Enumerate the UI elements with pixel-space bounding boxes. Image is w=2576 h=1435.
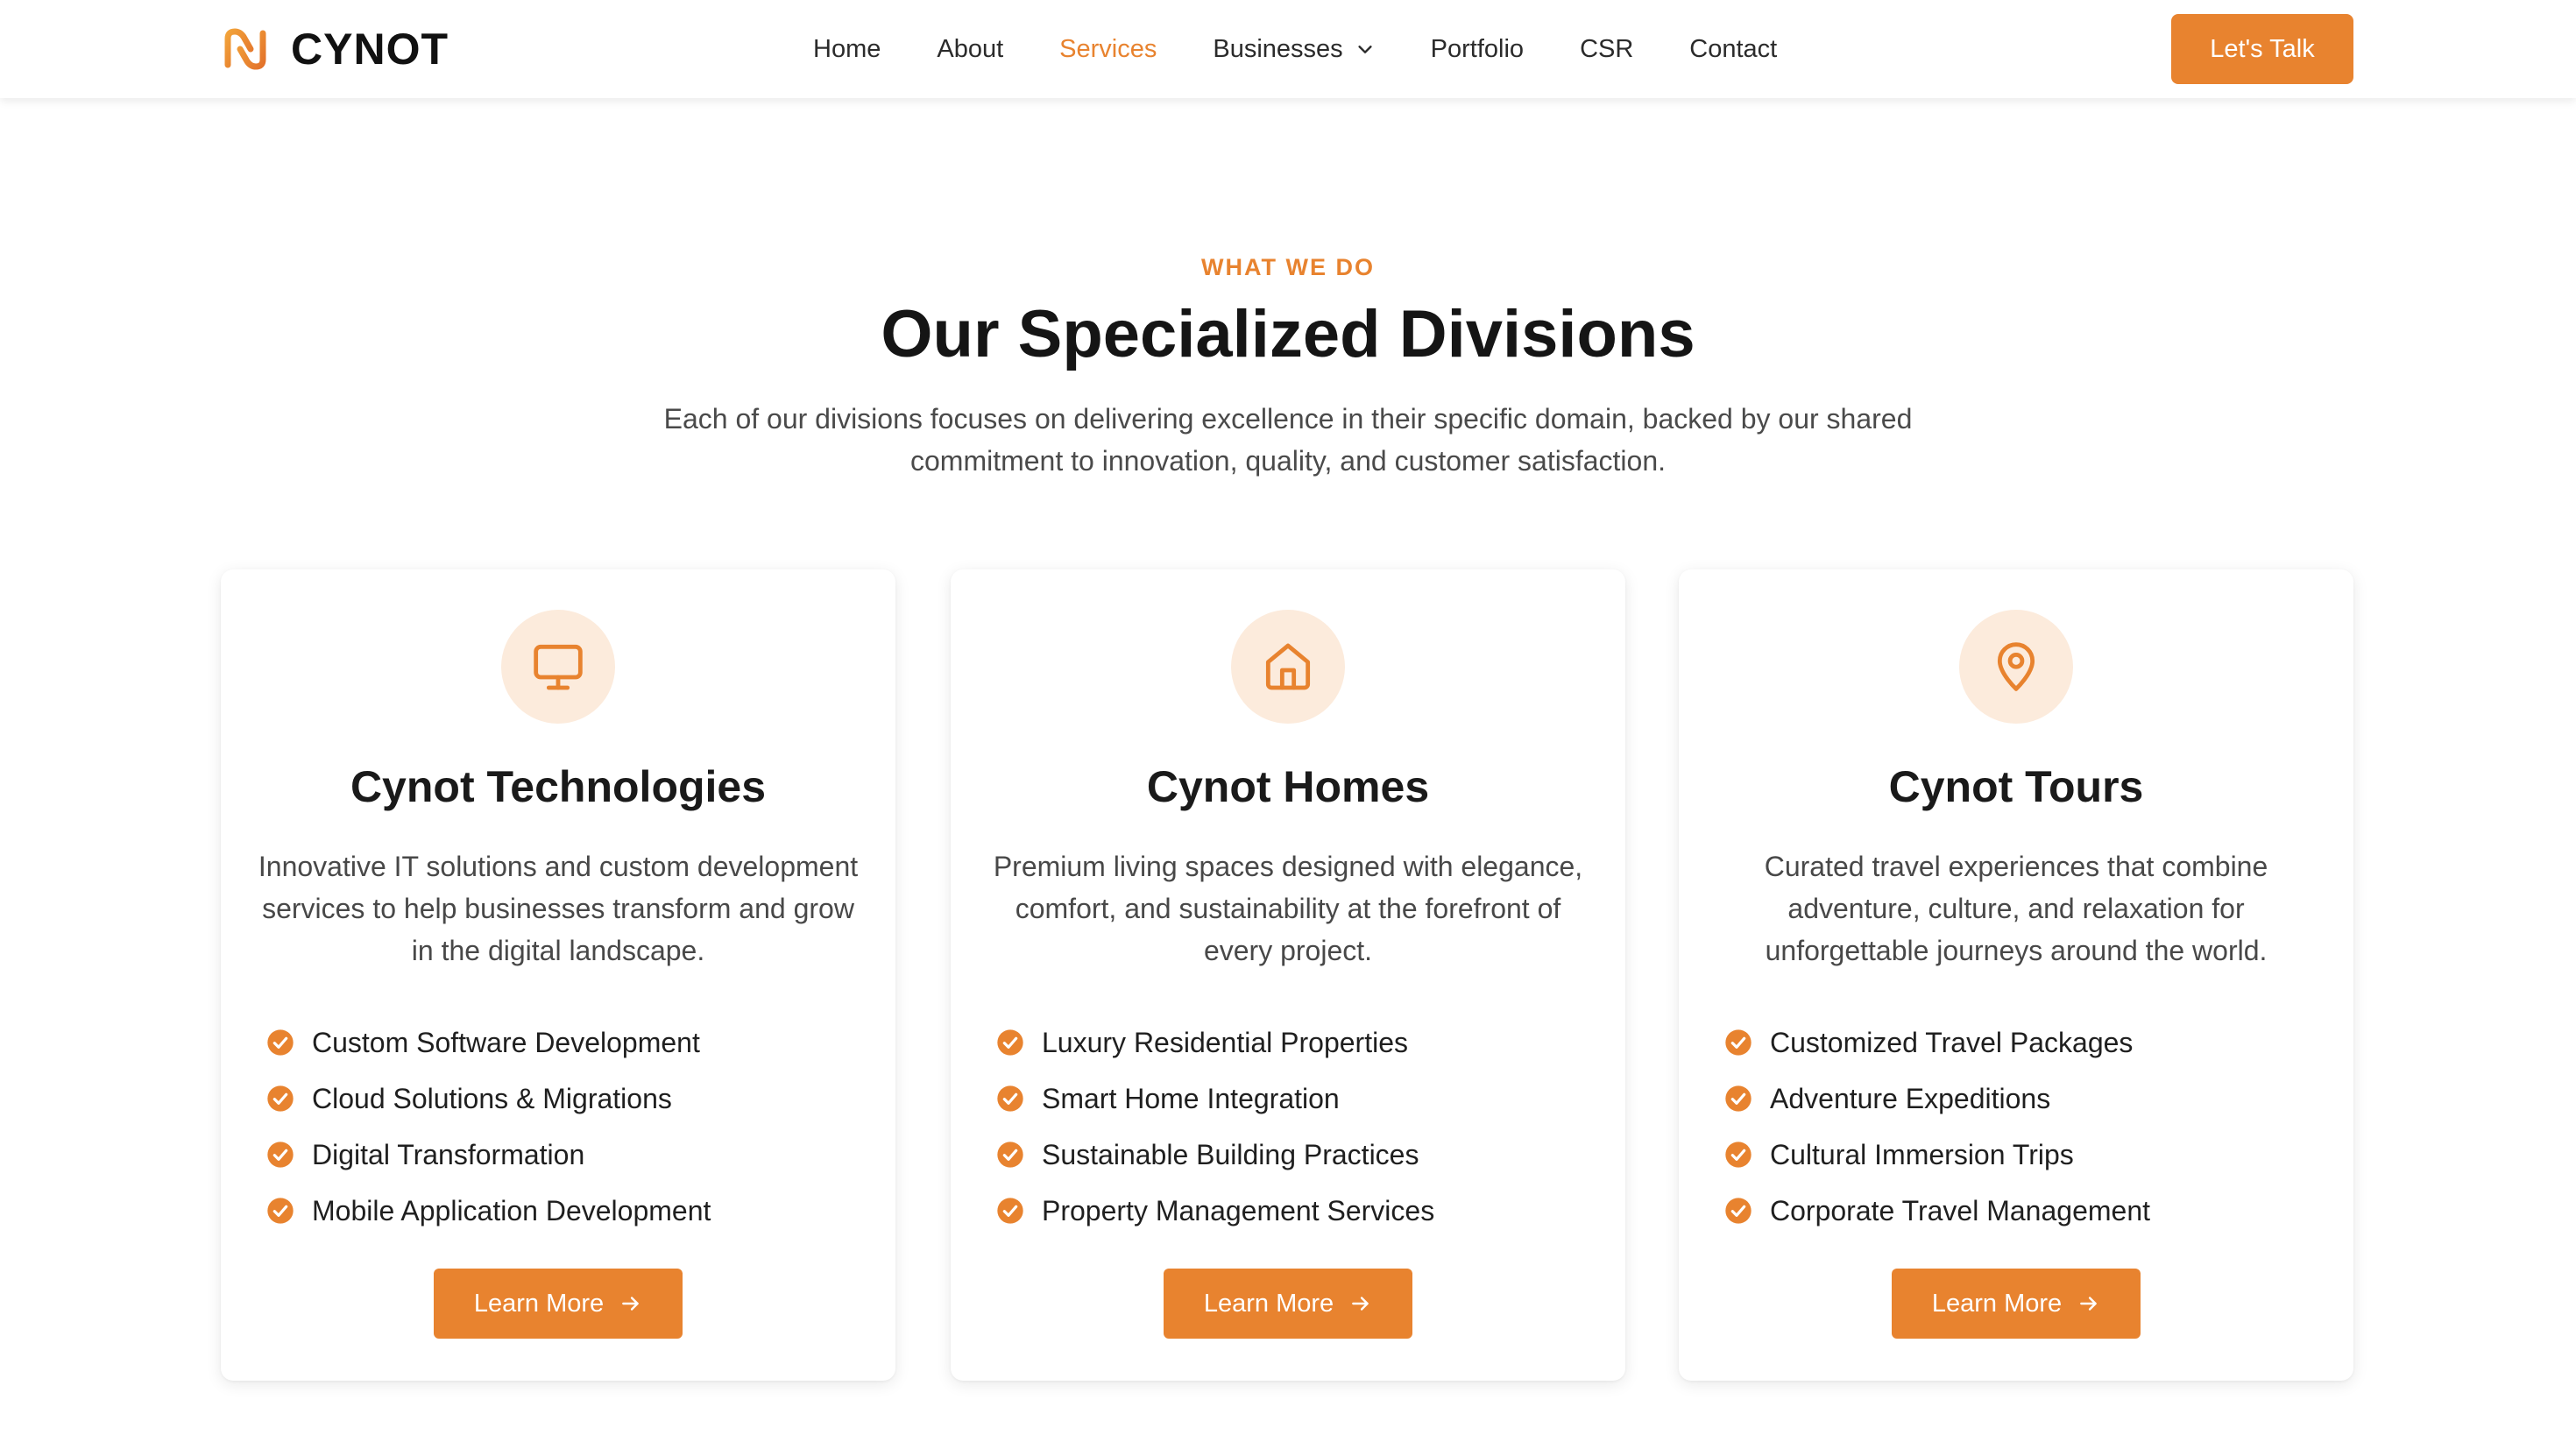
feature-list: Luxury Residential Properties Smart Home… <box>996 1014 1434 1239</box>
check-circle-icon <box>997 1029 1023 1056</box>
feature-text: Customized Travel Packages <box>1770 1026 2134 1058</box>
main-nav: Home About Services Businesses Portfolio… <box>813 0 1777 98</box>
list-item: Custom Software Development <box>266 1014 711 1071</box>
division-card-homes: Cynot Homes Premium living spaces design… <box>951 569 1625 1381</box>
list-item: Sustainable Building Practices <box>996 1127 1434 1183</box>
monitor-icon <box>534 644 583 690</box>
top-navbar: CYNOT Home About Services Businesses Por… <box>0 0 2576 98</box>
brand-name: CYNOT <box>291 25 449 74</box>
card-description: Innovative IT solutions and custom devel… <box>258 851 859 966</box>
feature-list: Custom Software Development Cloud Soluti… <box>266 1014 711 1239</box>
nav-contact[interactable]: Contact <box>1689 0 1777 98</box>
feature-text: Luxury Residential Properties <box>1042 1026 1408 1058</box>
division-card-tours: Cynot Tours Curated travel experiences t… <box>1679 569 2353 1381</box>
check-circle-icon <box>997 1142 1023 1168</box>
check-circle-icon <box>267 1198 294 1224</box>
card-title: Cynot Tours <box>1888 762 2144 811</box>
card-icon-badge <box>1959 610 2073 724</box>
nav-services[interactable]: Services <box>1059 0 1157 98</box>
logo-mark-icon <box>224 28 266 70</box>
list-item: Mobile Application Development <box>266 1183 711 1239</box>
list-item: Cloud Solutions & Migrations <box>266 1071 711 1127</box>
list-item: Property Management Services <box>996 1183 1434 1239</box>
division-card-technologies: Cynot Technologies Innovative IT solutio… <box>221 569 895 1381</box>
list-item: Corporate Travel Management <box>1724 1183 2150 1239</box>
card-title: Cynot Homes <box>1146 762 1430 811</box>
feature-text: Cloud Solutions & Migrations <box>312 1082 672 1114</box>
learn-more-button[interactable]: Learn More <box>1892 1269 2141 1339</box>
feature-text: Mobile Application Development <box>312 1194 711 1226</box>
section-subtitle: Each of our divisions focuses on deliver… <box>663 403 1913 477</box>
feature-text: Custom Software Development <box>312 1026 700 1058</box>
check-circle-icon <box>997 1198 1023 1224</box>
feature-text: Property Management Services <box>1042 1194 1435 1226</box>
feature-text: Digital Transformation <box>312 1138 585 1170</box>
card-icon-badge <box>501 610 615 724</box>
check-circle-icon <box>267 1029 294 1056</box>
lets-talk-button[interactable]: Let's Talk <box>2171 14 2353 84</box>
list-item: Smart Home Integration <box>996 1071 1434 1127</box>
card-icon-badge <box>1231 610 1345 724</box>
check-circle-icon <box>1725 1085 1752 1112</box>
section-eyebrow: WHAT WE DO <box>1201 254 1375 280</box>
card-title: Cynot Technologies <box>350 762 767 811</box>
learn-more-label: Learn More <box>1203 1289 1334 1318</box>
nav-businesses[interactable]: Businesses <box>1213 0 1374 98</box>
card-description: Curated travel experiences that combine … <box>1764 851 2268 966</box>
learn-more-button[interactable]: Learn More <box>1164 1269 1412 1339</box>
feature-text: Corporate Travel Management <box>1770 1194 2150 1226</box>
nav-csr[interactable]: CSR <box>1580 0 1633 98</box>
nav-home[interactable]: Home <box>813 0 881 98</box>
check-circle-icon <box>1725 1142 1752 1168</box>
brand-logo[interactable]: CYNOT <box>221 23 449 75</box>
learn-more-button[interactable]: Learn More <box>434 1269 683 1339</box>
arrow-right-icon <box>2080 1297 2097 1311</box>
list-item: Luxury Residential Properties <box>996 1014 1434 1071</box>
feature-text: Sustainable Building Practices <box>1042 1138 1419 1170</box>
check-circle-icon <box>1725 1198 1752 1224</box>
nav-businesses-label: Businesses <box>1213 35 1343 63</box>
nav-about[interactable]: About <box>937 0 1003 98</box>
section-title: Our Specialized Divisions <box>881 297 1695 371</box>
feature-list: Customized Travel Packages Adventure Exp… <box>1724 1014 2150 1239</box>
chevron-down-icon <box>1358 46 1372 53</box>
check-circle-icon <box>267 1142 294 1168</box>
check-circle-icon <box>1725 1029 1752 1056</box>
list-item: Digital Transformation <box>266 1127 711 1183</box>
list-item: Customized Travel Packages <box>1724 1014 2150 1071</box>
arrow-right-icon <box>1352 1297 1369 1311</box>
learn-more-label: Learn More <box>473 1289 605 1318</box>
feature-text: Smart Home Integration <box>1042 1082 1340 1114</box>
feature-text: Adventure Expeditions <box>1770 1082 2051 1114</box>
feature-text: Cultural Immersion Trips <box>1770 1138 2074 1170</box>
list-item: Adventure Expeditions <box>1724 1071 2150 1127</box>
map-pin-icon <box>1997 642 2035 691</box>
list-item: Cultural Immersion Trips <box>1724 1127 2150 1183</box>
arrow-right-icon <box>622 1297 639 1311</box>
learn-more-label: Learn More <box>1931 1289 2063 1318</box>
card-description: Premium living spaces designed with eleg… <box>993 851 1583 966</box>
nav-portfolio[interactable]: Portfolio <box>1431 0 1524 98</box>
check-circle-icon <box>267 1085 294 1112</box>
home-icon <box>1265 643 1311 690</box>
check-circle-icon <box>997 1085 1023 1112</box>
